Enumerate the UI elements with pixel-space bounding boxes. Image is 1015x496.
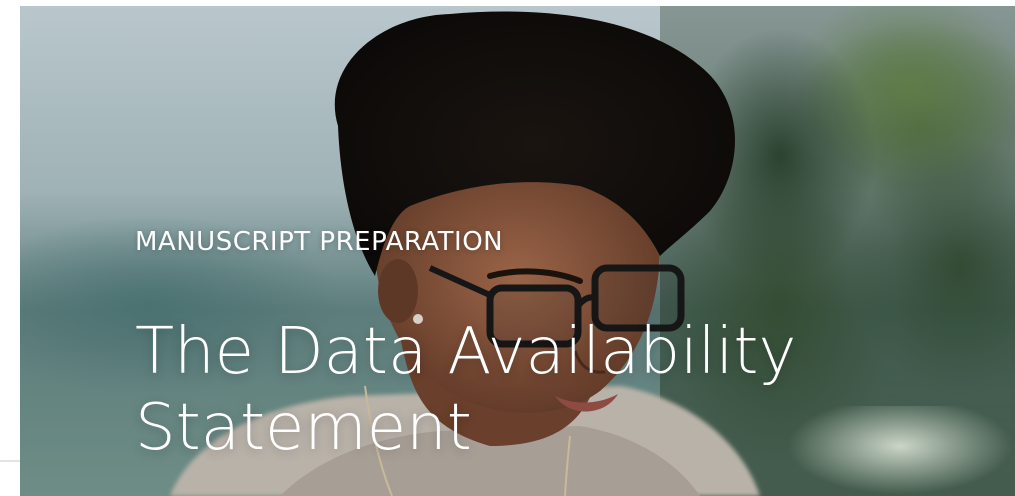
- hero-title: The Data Availability Statement: [135, 315, 797, 465]
- hero-banner: MANUSCRIPT PREPARATION The Data Availabi…: [20, 6, 1015, 496]
- page: MANUSCRIPT PREPARATION The Data Availabi…: [0, 0, 1015, 496]
- hero-text: MANUSCRIPT PREPARATION The Data Availabi…: [135, 224, 895, 466]
- divider: [0, 460, 20, 462]
- hero-eyebrow: MANUSCRIPT PREPARATION: [135, 227, 504, 257]
